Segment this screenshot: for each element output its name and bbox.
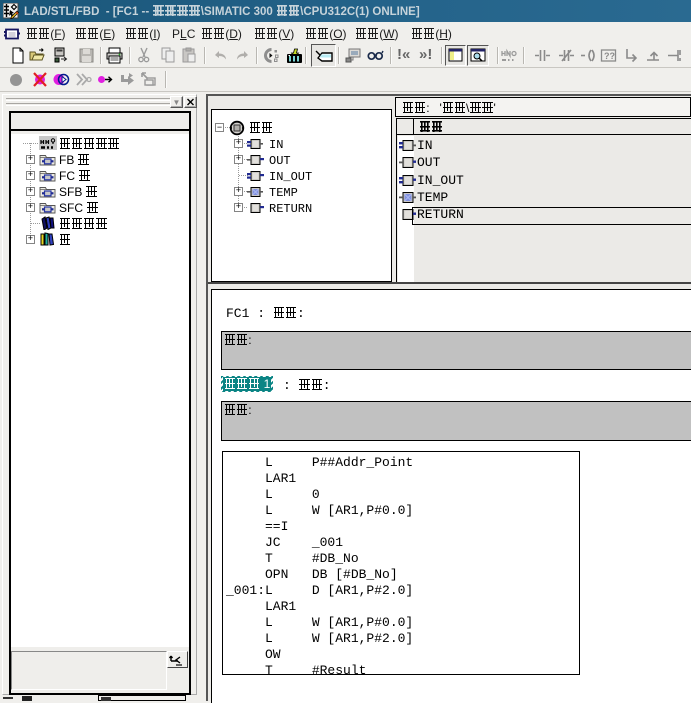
svg-text:??: ?? bbox=[604, 51, 615, 61]
